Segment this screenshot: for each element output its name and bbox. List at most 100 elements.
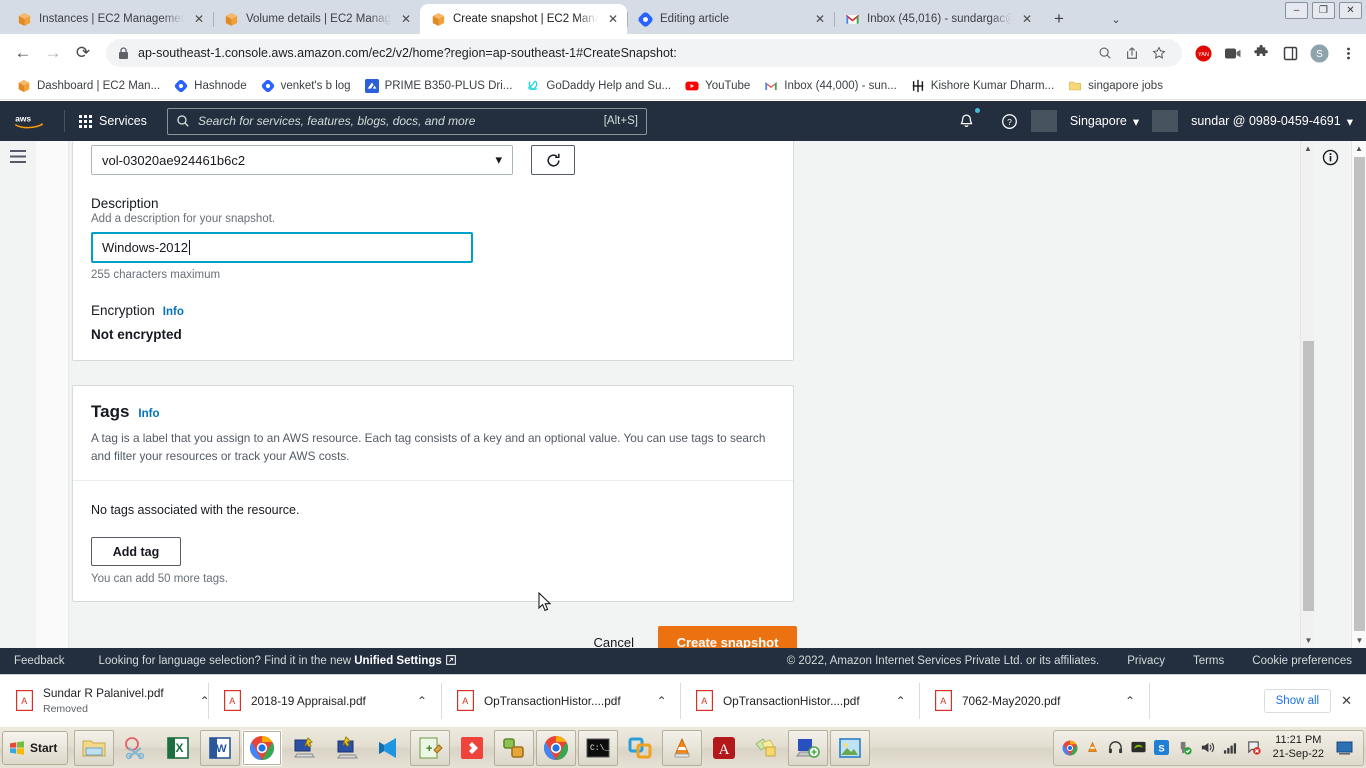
chrome-2-icon[interactable] — [536, 729, 577, 766]
excel-icon[interactable]: X — [158, 730, 198, 766]
bookmark-godaddy[interactable]: GoDaddy Help and Su... — [519, 76, 678, 96]
minimize-button[interactable]: – — [1285, 2, 1308, 19]
headset-tray-icon[interactable] — [1108, 740, 1124, 756]
notifications-button[interactable] — [945, 108, 988, 132]
close-icon[interactable]: ✕ — [191, 13, 207, 25]
shadow-defender-tray-icon[interactable]: S — [1154, 740, 1170, 756]
vscode-icon[interactable] — [368, 730, 408, 766]
show-desktop-icon[interactable] — [1335, 737, 1355, 759]
download-item[interactable]: A 2018-19 Appraisal.pdf ⌃ — [208, 675, 441, 727]
teamviewer-icon[interactable] — [788, 729, 829, 766]
volume-tray-icon[interactable] — [1200, 740, 1216, 756]
command-prompt-icon[interactable]: C:\_ — [578, 729, 619, 766]
terms-link[interactable]: Terms — [1193, 655, 1224, 667]
tags-info-link[interactable]: Info — [138, 408, 159, 420]
services-menu-button[interactable]: Services — [65, 114, 161, 128]
refresh-button[interactable] — [531, 145, 575, 175]
cancel-button[interactable]: Cancel — [594, 635, 634, 648]
close-icon[interactable]: ✕ — [812, 13, 828, 25]
download-item[interactable]: A Sundar R Palanivel.pdf Removed ⌃ — [0, 675, 210, 727]
virtualbox-icon[interactable] — [494, 729, 535, 766]
remote-desktop-icon[interactable] — [284, 730, 324, 766]
bookmark-venkets-blog[interactable]: venket's b log — [254, 76, 358, 96]
close-downloads-bar-icon[interactable]: ✕ — [1341, 693, 1352, 709]
new-tab-button[interactable]: + — [1044, 4, 1074, 34]
bookmark-folder-singapore-jobs[interactable]: singapore jobs — [1061, 76, 1170, 96]
description-input[interactable]: Windows-2012 — [91, 232, 473, 263]
vlc-icon[interactable] — [662, 729, 703, 766]
scrollbar-thumb[interactable] — [1354, 157, 1365, 631]
close-window-button[interactable]: ✕ — [1339, 2, 1362, 19]
chrome-tray-icon[interactable] — [1062, 740, 1078, 756]
bookmark-youtube[interactable]: YouTube — [678, 76, 757, 96]
account-menu[interactable]: sundar @ 0989-0459-4691 ▾ — [1178, 110, 1366, 132]
browser-tab-inbox[interactable]: Inbox (45,016) - sundargac@gma ✕ — [834, 4, 1041, 34]
scrollbar-thumb[interactable] — [1303, 341, 1314, 611]
back-button[interactable]: ← — [8, 38, 38, 68]
browser-tab-editing-article[interactable]: Editing article ✕ — [627, 4, 834, 34]
cookie-preferences-link[interactable]: Cookie preferences — [1252, 655, 1352, 667]
privacy-link[interactable]: Privacy — [1127, 655, 1165, 667]
nvidia-tray-icon[interactable] — [1131, 740, 1147, 756]
close-icon[interactable]: ✕ — [605, 13, 621, 25]
bookmark-inbox-gmail[interactable]: Inbox (44,000) - sun... — [757, 76, 904, 96]
taskbar-clock[interactable]: 11:21 PM 21-Sep-22 — [1273, 734, 1324, 762]
chevron-down-icon[interactable]: ⌄ — [1102, 4, 1130, 34]
region-selector[interactable]: Singapore ▾ — [1057, 110, 1152, 132]
sticky-notes-icon[interactable] — [746, 730, 786, 766]
bookmark-kishore-kumar[interactable]: Kishore Kumar Dharm... — [904, 76, 1061, 96]
encryption-info-link[interactable]: Info — [163, 306, 184, 318]
bookmark-hashnode[interactable]: Hashnode — [167, 76, 253, 96]
snipping-tool-icon[interactable] — [116, 730, 156, 766]
unified-settings-link[interactable]: Unified Settings — [354, 655, 442, 667]
extensions-puzzle-icon[interactable] — [1252, 44, 1271, 63]
download-item[interactable]: A OpTransactionHistor....pdf ⌃ — [441, 675, 680, 727]
scroll-down-arrow[interactable]: ▼ — [1352, 633, 1366, 648]
chrome-icon[interactable] — [242, 729, 283, 766]
search-magnifier-icon[interactable] — [1098, 46, 1112, 60]
star-icon[interactable] — [1152, 46, 1166, 60]
scroll-up-arrow[interactable]: ▲ — [1301, 141, 1315, 156]
sidepanel-icon[interactable] — [1281, 44, 1300, 63]
action-center-tray-icon[interactable] — [1246, 740, 1262, 756]
webcam-extension-icon[interactable] — [1223, 44, 1242, 63]
create-snapshot-button[interactable]: Create snapshot — [658, 626, 797, 648]
reload-button[interactable]: ⟳ — [68, 38, 98, 68]
chevron-up-icon[interactable]: ⌃ — [870, 694, 906, 708]
address-bar[interactable]: ap-southeast-1.console.aws.amazon.com/ec… — [106, 39, 1182, 67]
maximize-button[interactable]: ❐ — [1312, 2, 1335, 19]
download-item[interactable]: A OpTransactionHistor....pdf ⌃ — [680, 675, 919, 727]
photo-viewer-icon[interactable] — [830, 729, 871, 766]
kebab-menu-icon[interactable] — [1339, 44, 1358, 63]
feedback-link[interactable]: Feedback — [14, 655, 65, 667]
adobe-reader-icon[interactable]: A — [704, 730, 744, 766]
info-circle-icon[interactable] — [1322, 149, 1339, 166]
anydesk-icon[interactable] — [452, 730, 492, 766]
show-all-downloads-button[interactable]: Show all — [1263, 688, 1332, 713]
browser-tab-volume-details[interactable]: Volume details | EC2 Management ✕ — [213, 4, 420, 34]
yandex-extension-icon[interactable]: YAN — [1194, 44, 1213, 63]
page-scrollbar[interactable]: ▲ ▼ — [1300, 141, 1315, 648]
browser-tab-instances[interactable]: Instances | EC2 Management Con ✕ — [6, 4, 213, 34]
avatar[interactable]: S — [1310, 44, 1329, 63]
close-icon[interactable]: ✕ — [1019, 13, 1035, 25]
vlc-tray-icon[interactable] — [1085, 740, 1101, 756]
help-button[interactable]: ? — [988, 110, 1031, 132]
browser-scrollbar[interactable]: ▲ ▼ — [1351, 141, 1366, 648]
chevron-up-icon[interactable]: ⌃ — [174, 694, 210, 708]
scroll-down-arrow[interactable]: ▼ — [1301, 633, 1316, 648]
volume-select[interactable]: vol-03020ae924461b6c2 ▾ — [91, 145, 513, 175]
start-button[interactable]: Start — [2, 730, 69, 765]
bookmark-prime-b350-plus[interactable]: PRIME B350-PLUS Dri... — [358, 76, 520, 96]
search-input[interactable]: Search for services, features, blogs, do… — [166, 107, 647, 135]
remote-desktop-2-icon[interactable] — [326, 730, 366, 766]
share-icon[interactable] — [1125, 46, 1139, 60]
close-icon[interactable]: ✕ — [398, 13, 414, 25]
notepadpp-icon[interactable]: + — [410, 729, 451, 766]
browser-tab-create-snapshot[interactable]: Create snapshot | EC2 Manageme ✕ — [420, 4, 627, 34]
network-signal-tray-icon[interactable] — [1223, 740, 1239, 756]
chevron-up-icon[interactable]: ⌃ — [1099, 694, 1135, 708]
bookmark-dashboard-ec2[interactable]: Dashboard | EC2 Man... — [10, 76, 167, 96]
usb-safe-remove-tray-icon[interactable] — [1177, 740, 1193, 756]
download-item[interactable]: A 7062-May2020.pdf ⌃ — [919, 675, 1149, 727]
